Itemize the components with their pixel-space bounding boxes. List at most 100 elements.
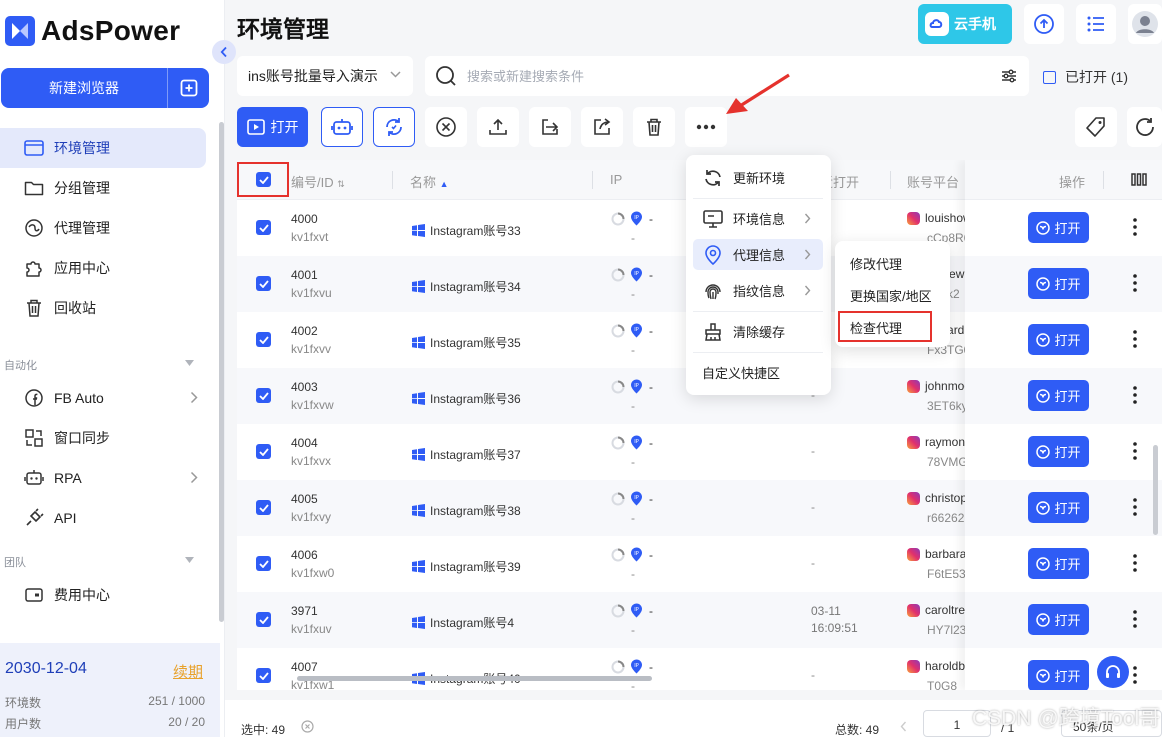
section-team[interactable]: 团队	[4, 554, 194, 570]
sidebar-item-window-sync[interactable]: 窗口同步	[0, 418, 206, 458]
row-checkbox[interactable]	[256, 388, 271, 403]
column-ip[interactable]: IP	[610, 172, 622, 187]
sidebar-item-rpa[interactable]: RPA	[0, 458, 206, 498]
filter-settings-icon[interactable]	[1001, 68, 1017, 84]
row-checkbox[interactable]	[256, 332, 271, 347]
column-name[interactable]: 名称 ▲	[410, 172, 449, 191]
sidebar-item-api[interactable]: API	[0, 498, 206, 538]
sidebar-item-label: 窗口同步	[54, 430, 110, 446]
checkbox[interactable]	[1043, 70, 1056, 84]
user-avatar[interactable]	[1128, 4, 1162, 44]
refresh-list-button[interactable]	[1127, 107, 1162, 147]
menu-item-clear-cache[interactable]: 清除缓存	[693, 316, 823, 347]
row-checkbox[interactable]	[256, 500, 271, 515]
move-to-group-button[interactable]	[529, 107, 571, 147]
column-id[interactable]: 编号/ID ⇅	[291, 172, 345, 191]
env-name[interactable]: Instagram账号4	[412, 614, 514, 631]
check-icon	[258, 279, 269, 288]
section-automation[interactable]: 自动化	[4, 357, 194, 373]
sidebar-item-proxy-management[interactable]: 代理管理	[0, 208, 206, 248]
user-count: 用户数 20 / 20	[5, 715, 205, 732]
menu-item-proxy-info[interactable]: 代理信息	[693, 239, 823, 270]
app-logo[interactable]: AdsPower	[5, 15, 180, 47]
sidebar-item-recycle-bin[interactable]: 回收站	[0, 288, 206, 328]
help-support-button[interactable]	[1097, 656, 1129, 688]
section-label: 团队	[4, 557, 26, 569]
new-browser-more-button[interactable]	[168, 68, 209, 108]
more-vertical-icon[interactable]	[1133, 610, 1137, 628]
open-browser-button[interactable]: 打开	[237, 107, 308, 147]
env-name[interactable]: Instagram账号36	[412, 390, 521, 407]
more-vertical-icon[interactable]	[1133, 274, 1137, 292]
more-vertical-icon[interactable]	[1133, 218, 1137, 236]
cloud-phone-button[interactable]: 云手机	[918, 4, 1012, 44]
sidebar-item-group-management[interactable]: 分组管理	[0, 168, 206, 208]
rpa-button[interactable]	[321, 107, 363, 147]
row-checkbox[interactable]	[256, 276, 271, 291]
env-name[interactable]: Instagram账号37	[412, 446, 521, 463]
more-vertical-icon[interactable]	[1133, 330, 1137, 348]
env-name[interactable]: Instagram账号33	[412, 222, 521, 239]
search-input[interactable]	[467, 68, 967, 84]
sidebar-item-fb-auto[interactable]: FB Auto	[0, 378, 206, 418]
env-name[interactable]: Instagram账号38	[412, 502, 521, 519]
sidebar-item-label: 代理管理	[54, 220, 110, 236]
sync-button[interactable]	[373, 107, 415, 147]
group-select[interactable]: ins账号批量导入演示	[237, 56, 413, 96]
row-open-button[interactable]: 打开	[1028, 380, 1089, 411]
row-checkbox[interactable]	[256, 668, 271, 683]
row-open-button[interactable]: 打开	[1028, 268, 1089, 299]
menu-item-custom-shortcuts[interactable]: 自定义快捷区	[693, 357, 823, 388]
new-browser-button[interactable]: 新建浏览器	[1, 68, 209, 108]
upload-button[interactable]	[477, 107, 519, 147]
row-checkbox[interactable]	[256, 444, 271, 459]
row-open-button[interactable]: 打开	[1028, 436, 1089, 467]
submenu-item-edit-proxy[interactable]: 修改代理	[843, 250, 902, 276]
row-open-button[interactable]: 打开	[1028, 324, 1089, 355]
column-settings-icon[interactable]	[1131, 173, 1147, 186]
opened-filter-checkbox[interactable]: 已打开 (1)	[1043, 67, 1128, 87]
table-vertical-scrollbar[interactable]	[1153, 445, 1158, 535]
row-open-button[interactable]: 打开	[1028, 548, 1089, 579]
more-vertical-icon[interactable]	[1133, 386, 1137, 404]
table-horizontal-scrollbar[interactable]	[297, 676, 652, 681]
menu-item-update-env[interactable]: 更新环境	[693, 162, 823, 193]
chevron-left-icon[interactable]	[900, 721, 907, 732]
clear-selection-icon[interactable]	[301, 720, 314, 733]
collapse-sidebar-button[interactable]	[212, 40, 236, 64]
env-name[interactable]: Instagram账号39	[412, 558, 521, 575]
row-open-button[interactable]: 打开	[1028, 492, 1089, 523]
sidebar-scrollbar[interactable]	[219, 122, 224, 622]
submenu-item-change-country[interactable]: 更换国家/地区	[843, 282, 932, 308]
menu-item-env-info[interactable]: 环境信息	[693, 203, 823, 234]
tag-button[interactable]	[1075, 107, 1117, 147]
sidebar-item-env-management[interactable]: 环境管理	[0, 128, 206, 168]
more-vertical-icon[interactable]	[1133, 554, 1137, 572]
more-vertical-icon[interactable]	[1133, 666, 1137, 684]
column-platform[interactable]: 账号平台	[907, 172, 959, 191]
more-vertical-icon[interactable]	[1133, 442, 1137, 460]
menu-item-fingerprint-info[interactable]: 指纹信息	[693, 275, 823, 306]
row-open-button[interactable]: 打开	[1028, 660, 1089, 690]
env-name[interactable]: Instagram账号35	[412, 334, 521, 351]
new-browser-label[interactable]: 新建浏览器	[1, 68, 168, 108]
broom-icon	[703, 322, 723, 342]
row-open-button[interactable]: 打开	[1028, 604, 1089, 635]
env-name-label: Instagram账号38	[430, 504, 521, 518]
sidebar-item-billing[interactable]: 费用中心	[0, 575, 206, 615]
more-vertical-icon[interactable]	[1133, 498, 1137, 516]
upload-sync-button[interactable]	[1024, 4, 1064, 44]
delete-button[interactable]	[633, 107, 675, 147]
env-name[interactable]: Instagram账号34	[412, 278, 521, 295]
task-list-button[interactable]	[1076, 4, 1116, 44]
share-button[interactable]	[581, 107, 623, 147]
renew-link[interactable]: 续期	[173, 661, 203, 682]
row-checkbox[interactable]	[256, 612, 271, 627]
env-number: 3971	[291, 604, 318, 618]
row-checkbox[interactable]	[256, 556, 271, 571]
sidebar-item-app-center[interactable]: 应用中心	[0, 248, 206, 288]
more-actions-button[interactable]	[685, 107, 727, 147]
row-open-button[interactable]: 打开	[1028, 212, 1089, 243]
row-checkbox[interactable]	[256, 220, 271, 235]
close-browser-button[interactable]	[425, 107, 467, 147]
